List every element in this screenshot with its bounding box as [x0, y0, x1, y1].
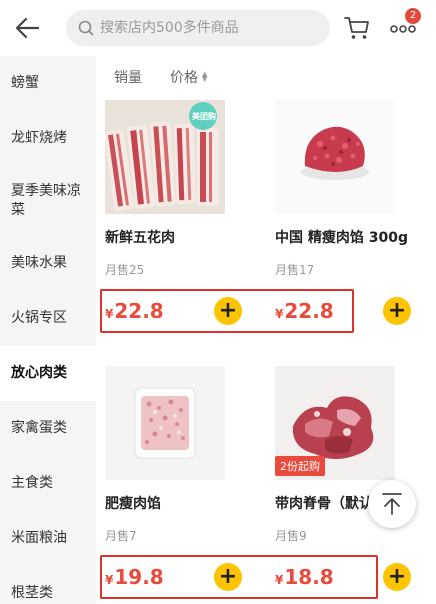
promo-tag: 2份起购 [275, 456, 325, 476]
sidebar-item-label: 家禽蛋类 [11, 420, 67, 436]
price-highlight-box [100, 555, 378, 599]
sidebar-item-crab[interactable]: 螃蟹 [0, 56, 96, 111]
price-highlight-box [100, 289, 354, 333]
sidebar-item-meat[interactable]: 放心肉类 [0, 346, 96, 401]
sidebar-item-summer-cold-dishes[interactable]: 夏季美味凉菜 [0, 166, 96, 236]
sidebar-item-label: 放心肉类 [11, 365, 67, 381]
product-image [105, 366, 225, 480]
sidebar-item-label: 米面粮油 [11, 530, 67, 546]
sidebar-item-label: 主食类 [11, 475, 53, 491]
product-image: 美团购 [105, 100, 225, 214]
sidebar-item-label: 美味水果 [11, 255, 67, 271]
brand-logo: 美团购 [192, 112, 216, 121]
sidebar-item-staples[interactable]: 主食类 [0, 456, 96, 511]
monthly-sales: 月售17 [275, 263, 315, 277]
sort-by-price[interactable]: 价格 ▲ ▼ [170, 67, 207, 87]
back-arrow-icon[interactable] [12, 12, 44, 44]
header: 2 [0, 0, 436, 56]
sidebar-item-root-vegetables[interactable]: 根茎类 [0, 566, 96, 604]
product-card[interactable]: 美团购 新鲜五花肉 月售25 [96, 100, 256, 278]
sidebar-item-poultry-eggs[interactable]: 家禽蛋类 [0, 401, 96, 456]
sidebar-item-label: 螃蟹 [11, 75, 39, 91]
back-to-top-icon [382, 493, 402, 515]
notification-badge: 2 [405, 8, 421, 24]
product-image: 2份起购 [275, 366, 395, 480]
monthly-sales: 月售9 [275, 529, 307, 543]
product-name: 中国 精瘦肉馅 300g [275, 230, 408, 246]
sidebar-item-crayfish-bbq[interactable]: 龙虾烧烤 [0, 111, 96, 166]
sort-price-label: 价格 [170, 70, 198, 86]
sidebar-item-hotpot[interactable]: 火锅专区 [0, 291, 96, 346]
sidebar-item-label: 火锅专区 [11, 310, 67, 326]
sidebar-item-label: 龙虾烧烤 [11, 130, 67, 146]
monthly-sales: 月售7 [105, 529, 137, 543]
sort-sales-label: 销量 [114, 70, 142, 86]
monthly-sales: 月售25 [105, 263, 145, 277]
sort-arrows-icon: ▲ ▼ [202, 70, 208, 83]
sidebar-item-label: 根茎类 [11, 585, 53, 601]
cart-icon[interactable] [342, 12, 372, 42]
search-icon [78, 20, 94, 36]
product-name: 新鲜五花肉 [105, 230, 175, 246]
search-bar[interactable] [66, 10, 330, 46]
sort-bar: 销量 价格 ▲ ▼ [96, 56, 436, 98]
category-sidebar: 螃蟹 龙虾烧烤 夏季美味凉菜 美味水果 火锅专区 放心肉类 家禽蛋类 主食类 米… [0, 56, 96, 604]
product-card[interactable]: 肥瘦肉馅 月售7 [96, 366, 256, 544]
product-name: 肥瘦肉馅 [105, 496, 161, 512]
product-card[interactable]: 中国 精瘦肉馅 300g 月售17 [266, 100, 426, 278]
add-to-cart-button[interactable]: + [383, 563, 411, 591]
search-input[interactable] [100, 20, 320, 36]
add-to-cart-button[interactable]: + [383, 297, 411, 325]
sidebar-item-label: 夏季美味凉菜 [11, 183, 81, 218]
back-to-top-button[interactable] [368, 480, 416, 528]
sort-by-sales[interactable]: 销量 [114, 67, 142, 87]
sidebar-item-rice-flour-oil[interactable]: 米面粮油 [0, 511, 96, 566]
sidebar-item-fruit[interactable]: 美味水果 [0, 236, 96, 291]
product-image [275, 100, 395, 214]
